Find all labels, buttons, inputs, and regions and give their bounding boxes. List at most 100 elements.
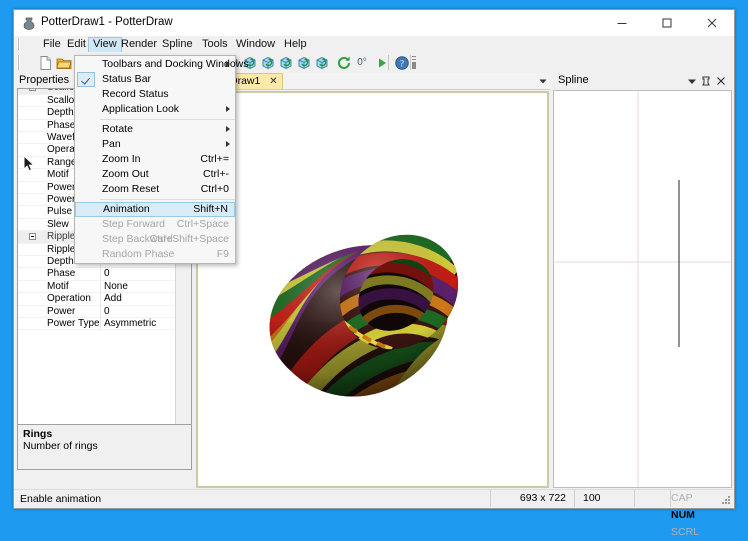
menu-bar: File Edit View Render Spline Tools Windo… [14, 36, 734, 52]
chevron-down-icon[interactable] [686, 75, 698, 87]
title-bar: PotterDraw1 - PotterDraw [14, 10, 734, 37]
submenu-arrow-icon [226, 106, 230, 112]
property-value[interactable]: Asymmetric [100, 318, 176, 330]
menu-window[interactable]: Window [231, 37, 280, 51]
property-value[interactable]: 0 [100, 268, 176, 280]
resize-grip[interactable] [720, 494, 732, 506]
render-canvas[interactable] [199, 94, 546, 485]
refresh-icon[interactable] [336, 55, 352, 71]
property-description-title: Rings [23, 428, 53, 440]
menu-item-label: Status Bar [102, 73, 152, 85]
spline-pane-title: Spline [558, 74, 589, 86]
toolbar-separator [388, 55, 389, 70]
property-name: Power [47, 181, 76, 193]
menu-item-zoom-out[interactable]: Zoom Out Ctrl+- [75, 167, 235, 182]
property-value[interactable]: 0 [100, 305, 176, 317]
menu-item-label: Record Status [102, 88, 169, 100]
help-about-icon[interactable]: ? [394, 55, 410, 71]
menu-item-zoom-reset[interactable]: Zoom Reset Ctrl+0 [75, 182, 235, 197]
property-name: Phase [47, 268, 76, 280]
open-folder-icon[interactable] [56, 55, 72, 71]
window-title: PotterDraw1 - PotterDraw [41, 16, 173, 28]
property-row[interactable]: Operation Add [18, 293, 176, 306]
property-name: Phase [47, 119, 76, 131]
menu-item-pan[interactable]: Pan [75, 137, 235, 152]
menu-spline[interactable]: Spline [157, 37, 198, 51]
angle-degree-icon[interactable]: 0° [352, 55, 372, 71]
rotate-xy-cube-icon[interactable] [278, 55, 294, 71]
property-name: Depth [47, 255, 74, 267]
tab-close-icon[interactable]: ✕ [269, 76, 277, 87]
property-name: Operation [47, 293, 91, 305]
menu-item-shortcut: F9 [216, 248, 229, 260]
menu-help[interactable]: Help [279, 37, 312, 51]
menu-item-label: Step Forward [102, 218, 166, 230]
property-name: Scallop [18, 89, 80, 94]
spline-graph [554, 91, 731, 487]
menu-render[interactable]: Render [116, 37, 162, 51]
spline-editor-canvas[interactable] [553, 90, 732, 488]
chevron-down-icon[interactable] [538, 76, 548, 86]
property-row[interactable]: Motif None [18, 280, 176, 294]
submenu-arrow-icon [226, 141, 230, 147]
property-row[interactable]: Power 0 [18, 305, 176, 318]
menu-item-label: Pan [102, 138, 121, 150]
property-description-text: Number of rings [23, 440, 98, 452]
menu-item-shortcut: Ctrl+Shift+Space [149, 233, 229, 245]
maximize-button[interactable] [644, 10, 689, 35]
menu-item-random-phase: Random Phase F9 [75, 247, 235, 262]
menu-item-animation[interactable]: Animation Shift+N [75, 202, 235, 217]
pin-icon[interactable] [700, 75, 712, 87]
menu-item-label: Zoom Reset [102, 183, 160, 195]
menu-separator [100, 119, 235, 120]
application-window: PotterDraw1 - PotterDraw File Edit View … [13, 9, 735, 538]
menu-item-status-bar[interactable]: Status Bar [75, 72, 235, 87]
menu-item-rotate[interactable]: Rotate [75, 122, 235, 137]
close-button[interactable] [689, 10, 734, 35]
property-name: Slew [47, 218, 69, 230]
property-name: Power [47, 305, 76, 317]
status-num-indicator: NUM [671, 509, 695, 521]
menu-item-step-backward: Step Backward Ctrl+Shift+Space [75, 232, 235, 247]
property-row[interactable]: Power TypeAsymmetric [18, 318, 176, 331]
menu-item-record-status[interactable]: Record Status [75, 87, 235, 102]
rotate-xz-cube-icon[interactable] [314, 55, 330, 71]
rotate-z-cube-icon[interactable] [260, 55, 276, 71]
property-name: Motif [47, 280, 69, 292]
rotate-yz-cube-icon[interactable] [296, 55, 312, 71]
app-icon [22, 16, 36, 30]
menu-item-label: Rotate [102, 123, 133, 135]
close-icon[interactable] [715, 75, 727, 87]
property-description-panel: Rings Number of rings [17, 424, 192, 470]
menu-item-zoom-in[interactable]: Zoom In Ctrl+= [75, 152, 235, 167]
view-menu-items: Toolbars and Docking Windows Status Bar Re… [75, 57, 249, 262]
toolbar-overflow-handle[interactable] [412, 56, 416, 69]
status-scrl-indicator: SCRL [671, 526, 700, 538]
menubar-grip[interactable] [17, 38, 20, 50]
property-name: Ripples [47, 243, 81, 255]
property-row[interactable]: Phase 0 [18, 268, 176, 281]
toolbar-separator [410, 55, 411, 70]
svg-text:?: ? [400, 58, 404, 68]
menu-item-shortcut: Ctrl+Space [176, 218, 229, 230]
toolbar-grip[interactable] [17, 55, 20, 70]
minimize-button[interactable] [599, 10, 644, 35]
submenu-arrow-icon [226, 61, 230, 67]
document-area: PotterDraw1 ✕ [194, 73, 551, 488]
status-dimensions: 693 x 722 [490, 490, 574, 507]
status-cap-indicator: CAP [671, 492, 693, 504]
property-name: Depth [47, 107, 74, 119]
menu-edit[interactable]: Edit [62, 37, 91, 51]
property-value[interactable]: None [100, 280, 176, 293]
menu-tools[interactable]: Tools [197, 37, 233, 51]
menu-item-toolbars-and-docking-windows[interactable]: Toolbars and Docking Windows [75, 57, 249, 72]
menu-item-shortcut: Ctrl+= [200, 153, 229, 165]
status-message: Enable animation [20, 493, 102, 505]
menu-item-label: Zoom Out [102, 168, 149, 180]
menu-item-shortcut: Shift+N [193, 203, 228, 215]
property-value[interactable]: Add [100, 293, 176, 305]
new-document-icon[interactable] [38, 55, 54, 71]
menu-item-application-look[interactable]: Application Look [75, 102, 235, 117]
menu-item-label: Animation [103, 203, 150, 215]
status-blank-panel [634, 490, 670, 507]
